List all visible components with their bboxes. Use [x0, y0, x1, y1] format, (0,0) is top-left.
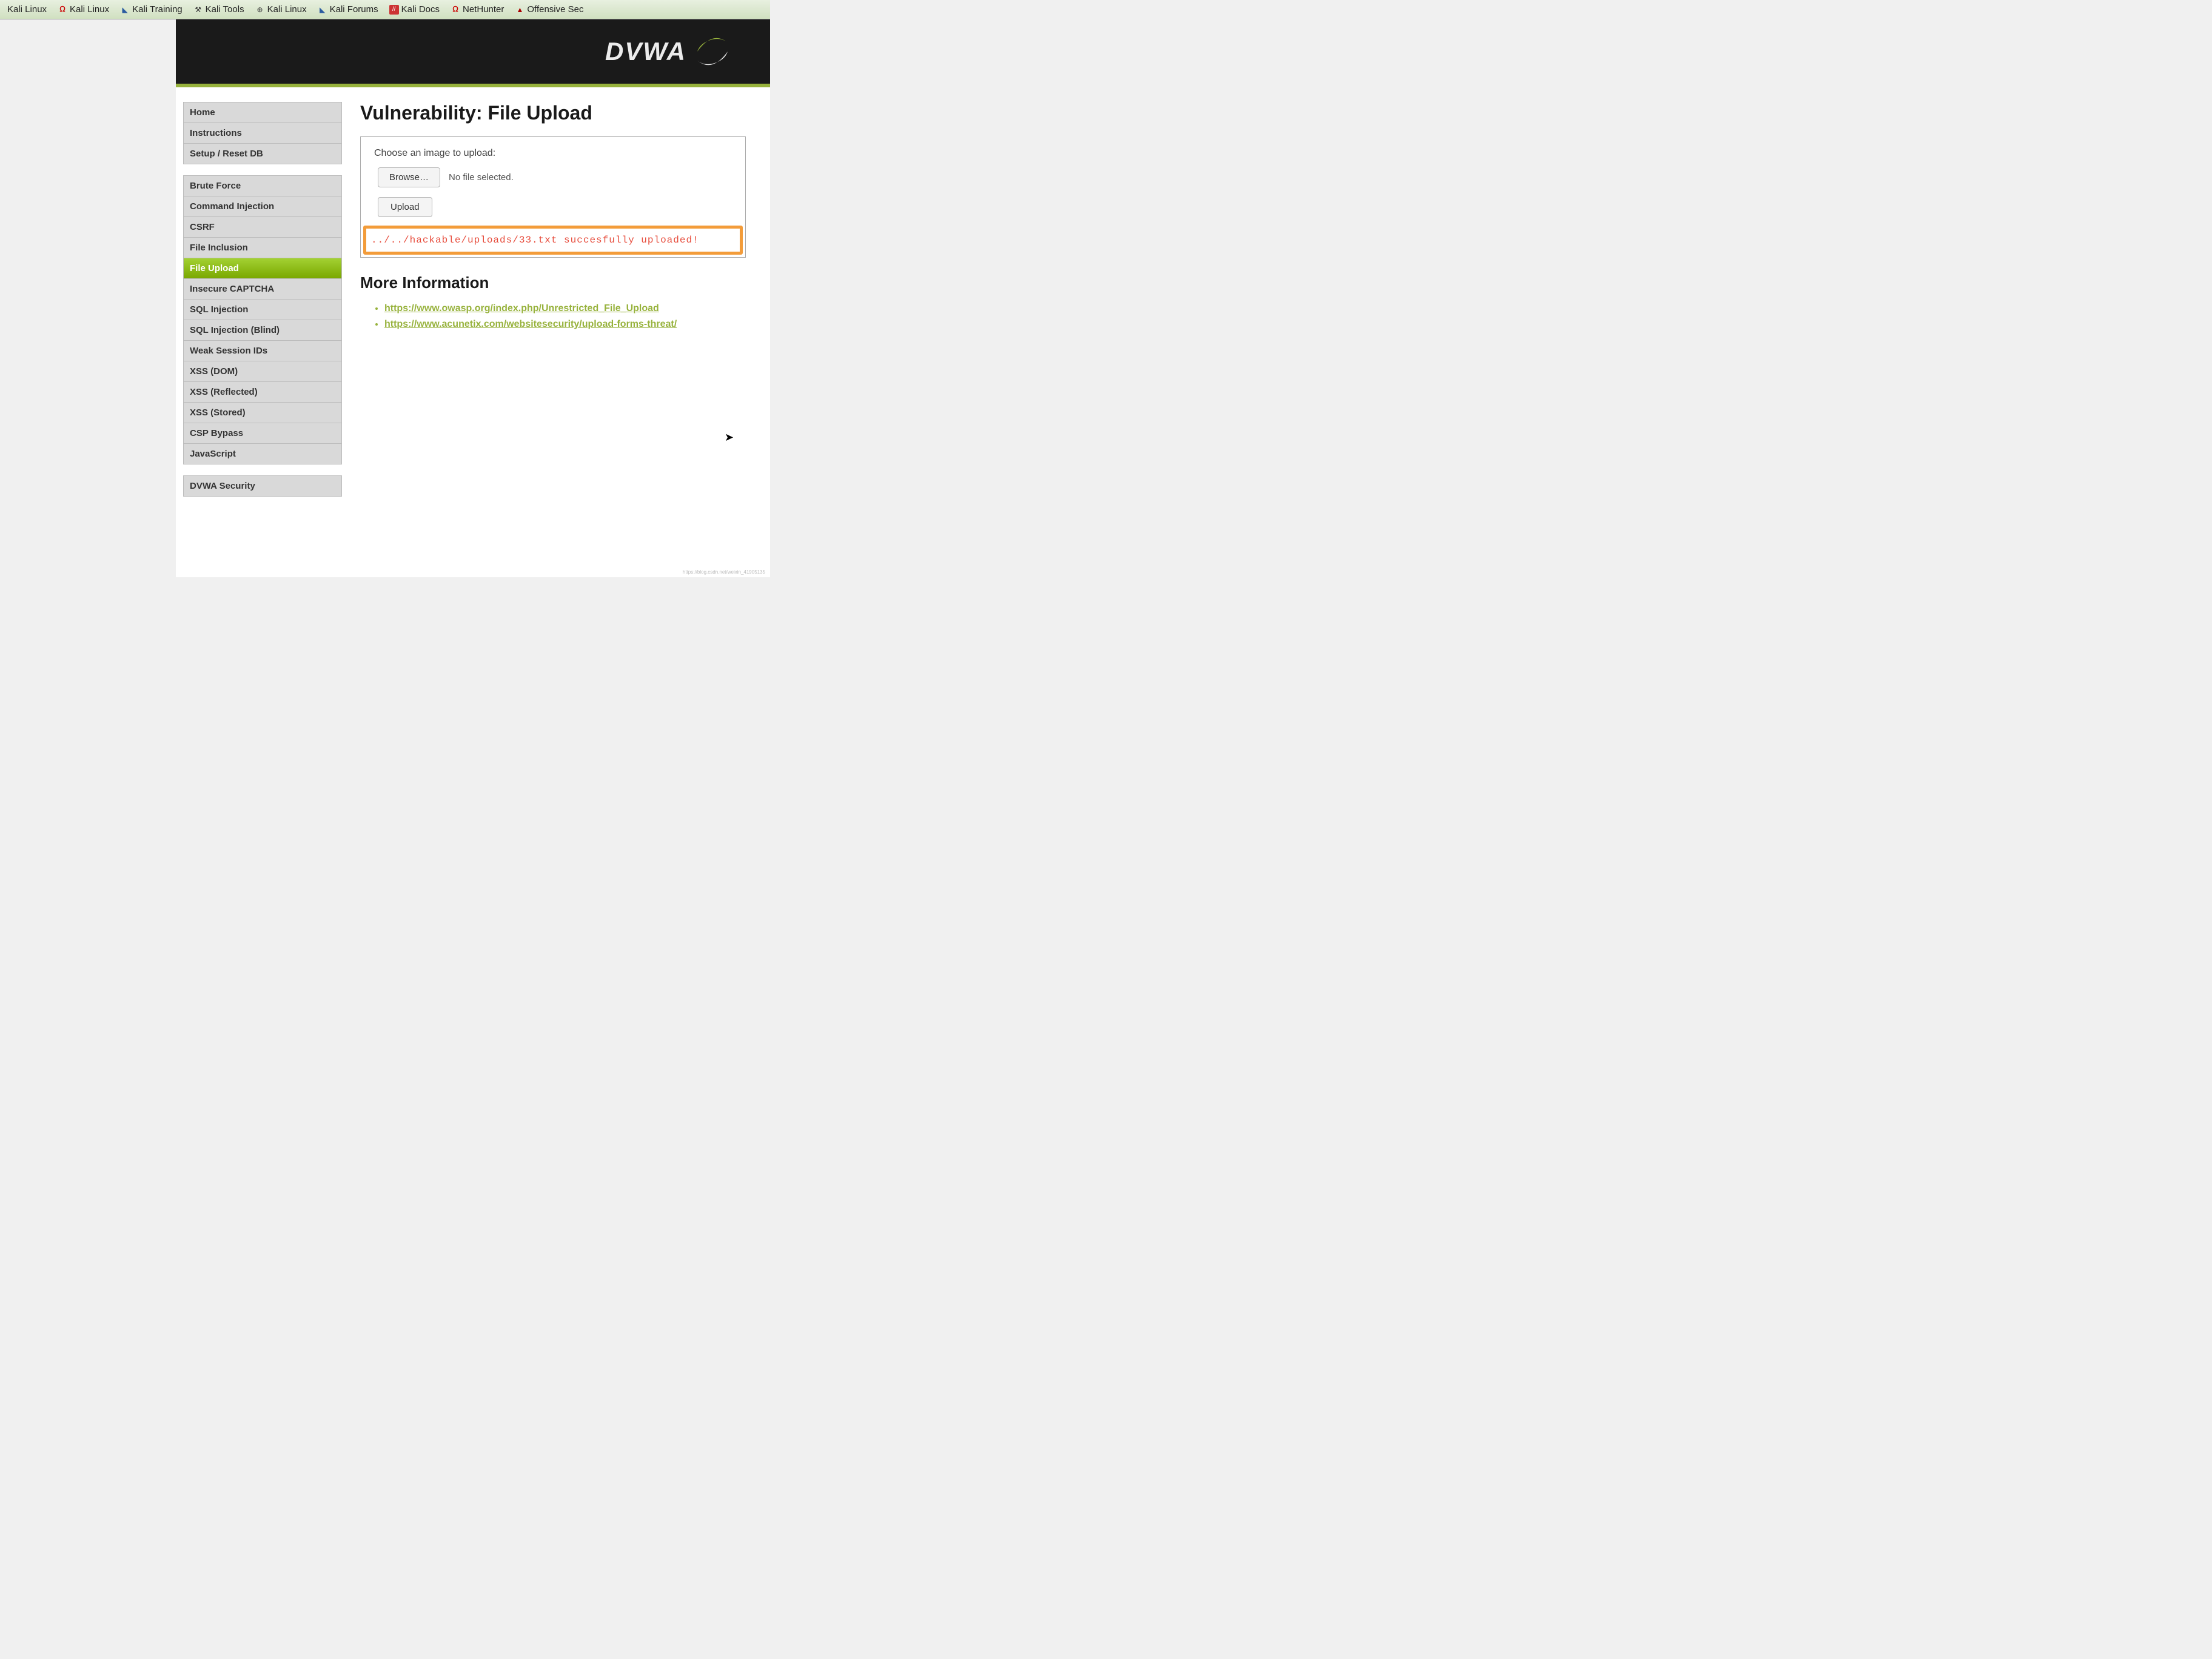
bookmark-label: Kali Training: [132, 4, 183, 15]
menu-dvwa-security[interactable]: DVWA Security: [183, 475, 342, 497]
menu-javascript[interactable]: JavaScript: [183, 443, 342, 464]
menu-file-upload[interactable]: File Upload: [183, 258, 342, 278]
kali-dragon-icon: ᘯ: [451, 5, 460, 15]
menu-brute-force[interactable]: Brute Force: [183, 175, 342, 196]
bookmark-label: Kali Linux: [7, 4, 47, 15]
menu-label: Home: [190, 107, 215, 118]
tool-icon: ⚒: [193, 5, 203, 15]
content-area: Home Instructions Setup / Reset DB Brute…: [176, 87, 770, 508]
sidebar: Home Instructions Setup / Reset DB Brute…: [183, 102, 342, 508]
owasp-link[interactable]: https://www.owasp.org/index.php/Unrestri…: [384, 303, 659, 313]
menu-label: XSS (Reflected): [190, 387, 258, 397]
menu-instructions[interactable]: Instructions: [183, 122, 342, 143]
menu-group-1: Home Instructions Setup / Reset DB: [183, 102, 342, 164]
bookmark-kali-linux-3[interactable]: ⊕Kali Linux: [250, 2, 312, 17]
menu-label: File Upload: [190, 263, 239, 273]
menu-label: Weak Session IDs: [190, 346, 267, 356]
menu-label: Setup / Reset DB: [190, 149, 263, 159]
more-info-list: https://www.owasp.org/index.php/Unrestri…: [360, 301, 746, 332]
menu-home[interactable]: Home: [183, 102, 342, 122]
menu-label: CSRF: [190, 222, 215, 232]
bookmark-label: Kali Linux: [70, 4, 109, 15]
bookmark-kali-tools[interactable]: ⚒Kali Tools: [189, 2, 249, 17]
bookmark-label: Offensive Sec: [527, 4, 583, 15]
bookmark-label: Kali Linux: [267, 4, 307, 15]
menu-label: SQL Injection: [190, 304, 248, 315]
page-title: Vulnerability: File Upload: [360, 102, 746, 124]
page-wrap: DVWA Home Instructions Setup / Reset DB …: [176, 19, 770, 577]
bookmarks-bar: Kali Linux ᘯKali Linux ◣Kali Training ⚒K…: [0, 0, 770, 19]
list-item: https://www.acunetix.com/websitesecurity…: [384, 317, 746, 332]
upload-result-text: ../../hackable/uploads/33.txt succesfull…: [371, 235, 735, 246]
bookmark-nethunter[interactable]: ᘯNetHunter: [446, 2, 509, 17]
dvwa-header: DVWA: [176, 19, 770, 87]
bookmark-label: Kali Docs: [401, 4, 440, 15]
no-file-selected-text: No file selected.: [449, 172, 514, 183]
kali-blue-icon: ◣: [318, 5, 327, 15]
bookmark-kali-forums[interactable]: ◣Kali Forums: [313, 2, 383, 17]
menu-xss-stored[interactable]: XSS (Stored): [183, 402, 342, 423]
kali-blue-icon: ◣: [120, 5, 130, 15]
menu-label: Instructions: [190, 128, 242, 138]
menu-sql-injection-blind[interactable]: SQL Injection (Blind): [183, 320, 342, 340]
upload-form: Choose an image to upload: Browse… No fi…: [360, 136, 746, 258]
menu-csp-bypass[interactable]: CSP Bypass: [183, 423, 342, 443]
menu-xss-dom[interactable]: XSS (DOM): [183, 361, 342, 381]
watermark-text: https://blog.csdn.net/weixin_41905135: [683, 569, 765, 575]
menu-xss-reflected[interactable]: XSS (Reflected): [183, 381, 342, 402]
menu-label: File Inclusion: [190, 243, 248, 253]
bookmark-kali-linux-1[interactable]: Kali Linux: [2, 2, 52, 17]
menu-label: Command Injection: [190, 201, 274, 212]
bookmark-label: Kali Forums: [330, 4, 378, 15]
upload-button[interactable]: Upload: [378, 197, 432, 217]
menu-sql-injection[interactable]: SQL Injection: [183, 299, 342, 320]
bookmark-kali-training[interactable]: ◣Kali Training: [115, 2, 187, 17]
file-input-row: Browse… No file selected.: [378, 167, 732, 187]
menu-group-2: Brute Force Command Injection CSRF File …: [183, 175, 342, 464]
dvwa-logo: DVWA: [605, 30, 734, 73]
dvwa-swoosh-icon: [691, 30, 734, 73]
acunetix-link[interactable]: https://www.acunetix.com/websitesecurity…: [384, 319, 677, 329]
more-information-heading: More Information: [360, 273, 746, 292]
mouse-cursor-icon: ➤: [725, 431, 734, 444]
bookmark-kali-linux-2[interactable]: ᘯKali Linux: [53, 2, 114, 17]
menu-label: Brute Force: [190, 181, 241, 191]
menu-label: XSS (Stored): [190, 407, 246, 418]
menu-insecure-captcha[interactable]: Insecure CAPTCHA: [183, 278, 342, 299]
menu-file-inclusion[interactable]: File Inclusion: [183, 237, 342, 258]
list-item: https://www.owasp.org/index.php/Unrestri…: [384, 301, 746, 317]
docs-icon: //: [389, 5, 399, 15]
bookmark-label: Kali Tools: [206, 4, 244, 15]
menu-command-injection[interactable]: Command Injection: [183, 196, 342, 216]
menu-csrf[interactable]: CSRF: [183, 216, 342, 237]
menu-label: XSS (DOM): [190, 366, 238, 377]
globe-icon: ⊕: [255, 5, 265, 15]
kali-dragon-icon: ᘯ: [58, 5, 67, 15]
upload-result-highlight: ../../hackable/uploads/33.txt succesfull…: [363, 226, 743, 255]
browse-button[interactable]: Browse…: [378, 167, 440, 187]
main-content: Vulnerability: File Upload Choose an ima…: [360, 102, 770, 508]
menu-group-3: DVWA Security: [183, 475, 342, 497]
bookmark-kali-docs[interactable]: //Kali Docs: [384, 2, 444, 17]
offensive-icon: ▲: [515, 5, 525, 15]
dvwa-logo-text: DVWA: [605, 37, 686, 66]
upload-form-label: Choose an image to upload:: [374, 148, 732, 159]
menu-label: Insecure CAPTCHA: [190, 284, 274, 294]
menu-label: CSP Bypass: [190, 428, 243, 438]
menu-setup-reset-db[interactable]: Setup / Reset DB: [183, 143, 342, 164]
menu-label: DVWA Security: [190, 481, 255, 491]
bookmark-label: NetHunter: [463, 4, 504, 15]
bookmark-offensive-sec[interactable]: ▲Offensive Sec: [510, 2, 588, 17]
menu-label: SQL Injection (Blind): [190, 325, 280, 335]
menu-label: JavaScript: [190, 449, 236, 459]
menu-weak-session-ids[interactable]: Weak Session IDs: [183, 340, 342, 361]
